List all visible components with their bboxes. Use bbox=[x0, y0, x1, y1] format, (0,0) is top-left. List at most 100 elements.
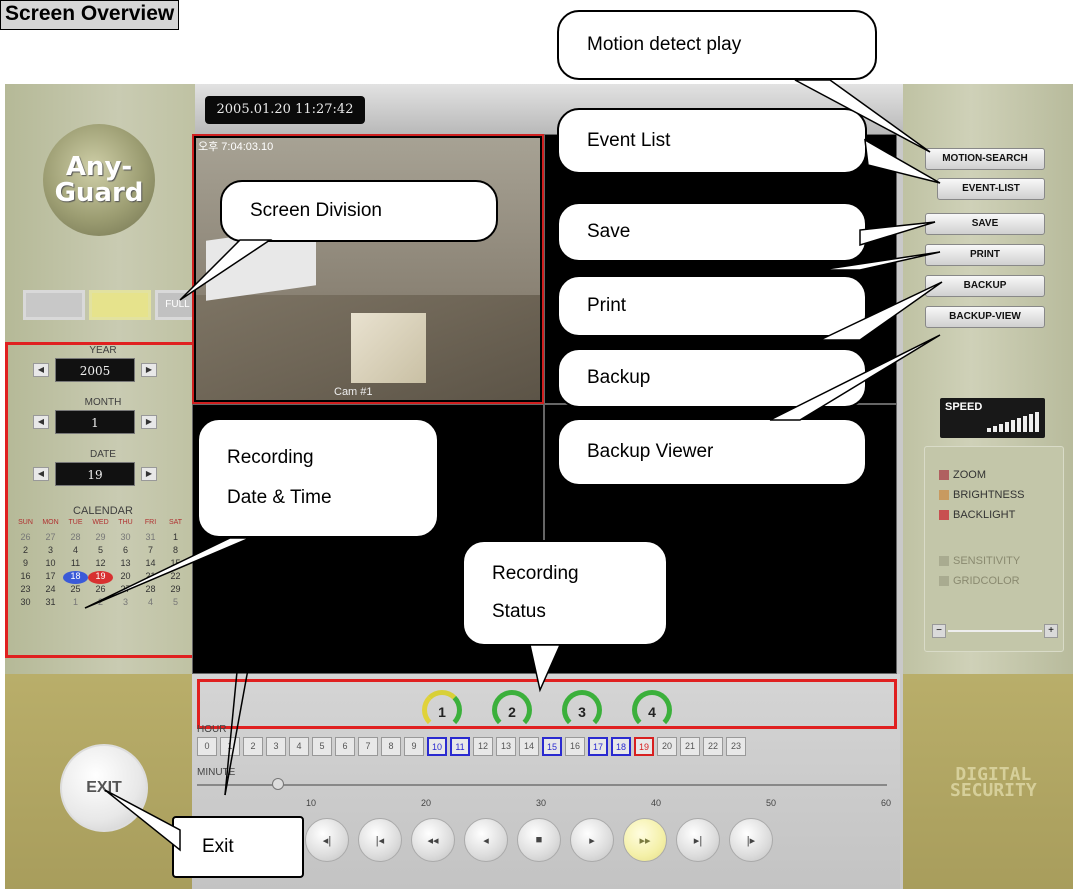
month-prev-button[interactable]: ◀ bbox=[33, 415, 49, 429]
calendar-day[interactable]: 4 bbox=[63, 545, 88, 558]
play-button[interactable]: ▸ bbox=[570, 818, 614, 862]
camera-1-view[interactable]: 오후 7:04:03.10 Cam #1 bbox=[192, 134, 544, 404]
hour-cell[interactable]: 21 bbox=[680, 737, 700, 756]
adjust-slider[interactable]: − + bbox=[932, 624, 1058, 638]
date-value[interactable]: 19 bbox=[55, 462, 135, 486]
calendar-day[interactable]: 2 bbox=[88, 597, 113, 610]
calendar-day[interactable]: 30 bbox=[13, 597, 38, 610]
hour-cell[interactable]: 10 bbox=[427, 737, 447, 756]
calendar-day[interactable]: 3 bbox=[38, 545, 63, 558]
calendar-day[interactable]: 15 bbox=[163, 558, 188, 571]
rewind-button[interactable]: ◂◂ bbox=[411, 818, 455, 862]
date-prev-button[interactable]: ◀ bbox=[33, 467, 49, 481]
month-next-button[interactable]: ▶ bbox=[141, 415, 157, 429]
month-value[interactable]: 1 bbox=[55, 410, 135, 434]
calendar-day[interactable]: 27 bbox=[38, 532, 63, 545]
exit-button[interactable]: EXIT bbox=[60, 744, 148, 832]
step-forward-button[interactable]: ▸| bbox=[676, 818, 720, 862]
hour-cell[interactable]: 23 bbox=[726, 737, 746, 756]
hour-cell[interactable]: 9 bbox=[404, 737, 424, 756]
calendar-day[interactable]: 4 bbox=[138, 597, 163, 610]
hour-cell[interactable]: 6 bbox=[335, 737, 355, 756]
step-back-button[interactable]: |◂ bbox=[358, 818, 402, 862]
year-value[interactable]: 2005 bbox=[55, 358, 135, 382]
hour-cell[interactable]: 22 bbox=[703, 737, 723, 756]
year-prev-button[interactable]: ◀ bbox=[33, 363, 49, 377]
calendar-day[interactable]: 12 bbox=[88, 558, 113, 571]
calendar-day[interactable]: 19 bbox=[88, 571, 113, 584]
calendar-day[interactable]: 16 bbox=[13, 571, 38, 584]
calendar-day[interactable]: 25 bbox=[63, 584, 88, 597]
calendar-day[interactable]: 5 bbox=[88, 545, 113, 558]
calendar-day[interactable]: 13 bbox=[113, 558, 138, 571]
calendar-day[interactable]: 26 bbox=[13, 532, 38, 545]
event-list-button[interactable]: EVENT-LIST bbox=[937, 178, 1045, 200]
hour-cell[interactable]: 7 bbox=[358, 737, 378, 756]
calendar-day[interactable]: 10 bbox=[38, 558, 63, 571]
calendar-day[interactable]: 9 bbox=[13, 558, 38, 571]
backup-button[interactable]: BACKUP bbox=[925, 275, 1045, 297]
calendar-day[interactable]: 17 bbox=[38, 571, 63, 584]
calendar-day[interactable]: 22 bbox=[163, 571, 188, 584]
calendar-day[interactable]: 20 bbox=[113, 571, 138, 584]
hour-cell[interactable]: 2 bbox=[243, 737, 263, 756]
calendar-day[interactable]: 24 bbox=[38, 584, 63, 597]
calendar-day[interactable]: 26 bbox=[88, 584, 113, 597]
zoom-item[interactable]: ZOOM bbox=[939, 469, 986, 481]
calendar-day[interactable]: 30 bbox=[113, 532, 138, 545]
minute-slider[interactable] bbox=[197, 778, 887, 790]
quad-view-button[interactable] bbox=[89, 290, 151, 320]
skip-end-button[interactable]: |▸ bbox=[729, 818, 773, 862]
calendar-day[interactable]: 27 bbox=[113, 584, 138, 597]
hour-cell[interactable]: 16 bbox=[565, 737, 585, 756]
minute-knob[interactable] bbox=[271, 778, 284, 790]
calendar-day[interactable]: 28 bbox=[63, 532, 88, 545]
backup-view-button[interactable]: BACKUP-VIEW bbox=[925, 306, 1045, 328]
hour-cell[interactable]: 8 bbox=[381, 737, 401, 756]
calendar-day[interactable]: 5 bbox=[163, 597, 188, 610]
hour-cell[interactable]: 1 bbox=[220, 737, 240, 756]
calendar-day[interactable]: 21 bbox=[138, 571, 163, 584]
hour-cell[interactable]: 4 bbox=[289, 737, 309, 756]
calendar-day[interactable]: 28 bbox=[138, 584, 163, 597]
hour-cell[interactable]: 17 bbox=[588, 737, 608, 756]
single-view-button[interactable] bbox=[23, 290, 85, 320]
skip-start-button[interactable]: ◂| bbox=[305, 818, 349, 862]
play-reverse-button[interactable]: ◂ bbox=[464, 818, 508, 862]
hour-cell[interactable]: 11 bbox=[450, 737, 470, 756]
calendar-day[interactable]: 8 bbox=[163, 545, 188, 558]
calendar-day[interactable]: 1 bbox=[63, 597, 88, 610]
calendar-day[interactable]: 29 bbox=[163, 584, 188, 597]
calendar-day[interactable]: 7 bbox=[138, 545, 163, 558]
hour-cell[interactable]: 14 bbox=[519, 737, 539, 756]
hour-cell[interactable]: 5 bbox=[312, 737, 332, 756]
hour-cell[interactable]: 13 bbox=[496, 737, 516, 756]
calendar-day[interactable]: 2 bbox=[13, 545, 38, 558]
brightness-item[interactable]: BRIGHTNESS bbox=[939, 489, 1025, 501]
gridcolor-item[interactable]: GRIDCOLOR bbox=[939, 575, 1020, 587]
hour-cell[interactable]: 20 bbox=[657, 737, 677, 756]
calendar-day[interactable]: 6 bbox=[113, 545, 138, 558]
date-next-button[interactable]: ▶ bbox=[141, 467, 157, 481]
hour-cell[interactable]: 15 bbox=[542, 737, 562, 756]
backlight-item[interactable]: BACKLIGHT bbox=[939, 509, 1015, 521]
calendar-day[interactable]: 3 bbox=[113, 597, 138, 610]
sensitivity-item[interactable]: SENSITIVITY bbox=[939, 555, 1020, 567]
save-button[interactable]: SAVE bbox=[925, 213, 1045, 235]
calendar-day[interactable]: 11 bbox=[63, 558, 88, 571]
minus-button[interactable]: − bbox=[932, 624, 946, 638]
calendar-day[interactable]: 18 bbox=[63, 571, 88, 584]
hour-cell[interactable]: 18 bbox=[611, 737, 631, 756]
calendar-day[interactable]: 1 bbox=[163, 532, 188, 545]
motion-search-button[interactable]: MOTION-SEARCH bbox=[925, 148, 1045, 170]
calendar-day[interactable]: 23 bbox=[13, 584, 38, 597]
stop-button[interactable]: ■ bbox=[517, 818, 561, 862]
hour-cell[interactable]: 19 bbox=[634, 737, 654, 756]
year-next-button[interactable]: ▶ bbox=[141, 363, 157, 377]
calendar-day[interactable]: 29 bbox=[88, 532, 113, 545]
print-button[interactable]: PRINT bbox=[925, 244, 1045, 266]
hour-cell[interactable]: 3 bbox=[266, 737, 286, 756]
fast-forward-button[interactable]: ▸▸ bbox=[623, 818, 667, 862]
hour-cell[interactable]: 0 bbox=[197, 737, 217, 756]
calendar-day[interactable]: 31 bbox=[38, 597, 63, 610]
